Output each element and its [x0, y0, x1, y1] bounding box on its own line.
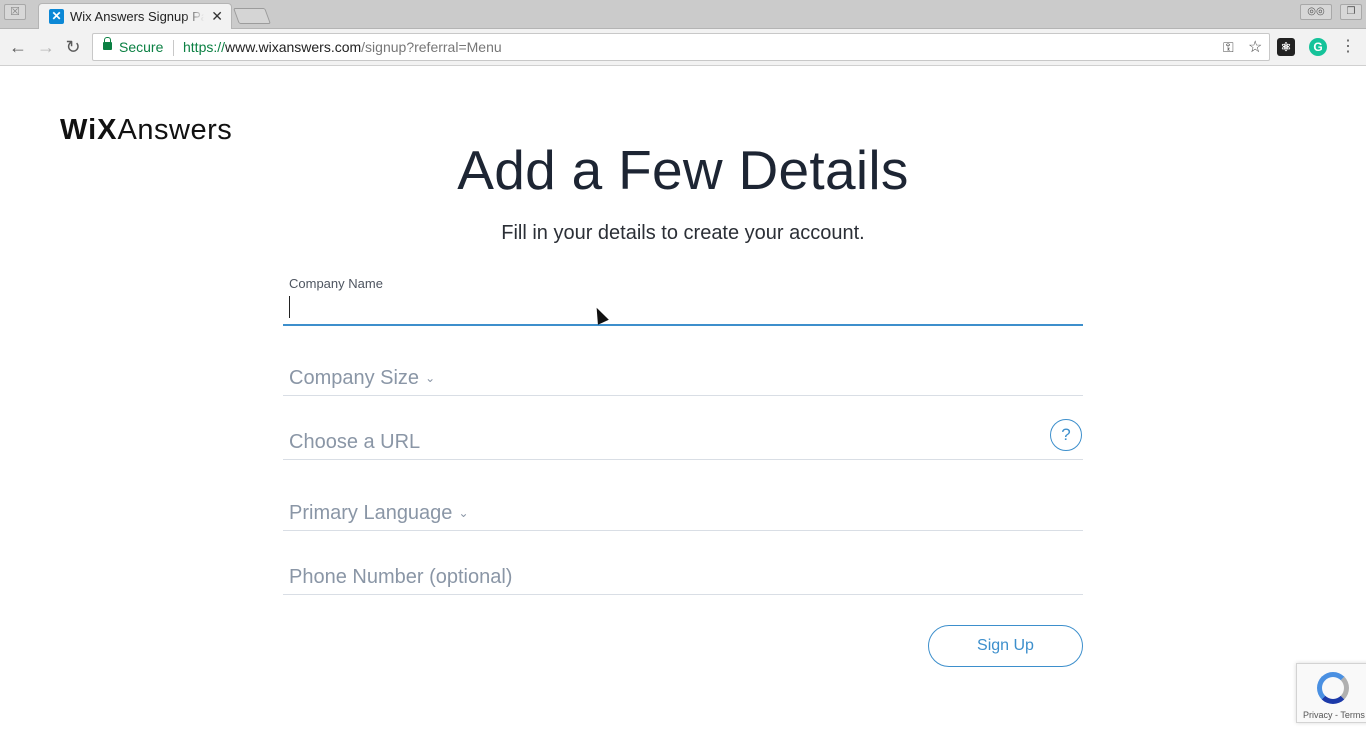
chevron-down-icon: ⌄	[425, 371, 436, 385]
lock-icon	[103, 37, 112, 50]
company-name-input[interactable]	[287, 294, 1077, 322]
address-separator	[173, 40, 174, 56]
url-host: www.wixanswers.com	[225, 39, 362, 55]
wix-answers-favicon-icon: ✕	[49, 9, 64, 24]
key-icon[interactable]: ⚿	[1223, 39, 1234, 56]
company-name-field[interactable]: Company Name	[283, 270, 1083, 326]
choose-url-placeholder: Choose a URL	[289, 431, 421, 453]
recaptcha-badge[interactable]: Privacy - Terms	[1296, 663, 1366, 723]
primary-language-placeholder: Primary Language ⌄	[289, 502, 469, 525]
address-bar[interactable]: Secure https://www.wixanswers.com/signup…	[92, 33, 1270, 61]
phone-number-field[interactable]: Phone Number (optional)	[283, 549, 1083, 595]
tab-title: Wix Answers Signup Page	[70, 9, 204, 24]
page-title: Add a Few Details	[457, 139, 909, 201]
company-size-placeholder: Company Size ⌄	[289, 367, 435, 390]
profile-icon[interactable]: ◎◎	[1300, 4, 1332, 20]
browser-menu-icon[interactable]: ⋮	[1338, 37, 1358, 57]
browser-tab-strip: ☒ ✕ Wix Answers Signup Page ✕ ◎◎ ❐	[0, 0, 1366, 29]
primary-language-text: Primary Language	[289, 502, 453, 524]
browser-toolbar: ← → ↻ Secure https://www.wixanswers.com/…	[0, 29, 1366, 66]
window-menu-icon[interactable]: ☒	[4, 4, 26, 20]
new-tab-button[interactable]	[233, 8, 271, 24]
page-subtitle: Fill in your details to create your acco…	[501, 222, 865, 244]
back-arrow-icon[interactable]: ←	[8, 37, 28, 57]
company-size-select[interactable]: Company Size ⌄	[283, 350, 1083, 396]
restore-window-icon[interactable]: ❐	[1340, 4, 1362, 20]
browser-tab-active[interactable]: ✕ Wix Answers Signup Page ✕	[38, 3, 232, 29]
company-size-text: Company Size	[289, 367, 420, 389]
sign-up-button[interactable]: Sign Up	[928, 625, 1083, 667]
reload-icon[interactable]: ↻	[63, 37, 83, 57]
extension-react-icon[interactable]: ⚛	[1277, 38, 1295, 56]
url-scheme: https://	[183, 39, 226, 55]
help-question-icon[interactable]: ?	[1050, 419, 1082, 451]
url-text[interactable]: https://www.wixanswers.com/signup?referr…	[183, 39, 502, 55]
bookmark-star-icon[interactable]: ☆	[1248, 37, 1262, 57]
grammarly-icon[interactable]: G	[1309, 38, 1327, 56]
secure-label: Secure	[119, 39, 164, 55]
phone-number-placeholder: Phone Number (optional)	[289, 566, 513, 588]
chevron-down-icon: ⌄	[458, 506, 469, 520]
text-caret	[289, 296, 290, 318]
company-name-label: Company Name	[289, 276, 383, 291]
tab-close-icon[interactable]: ✕	[211, 8, 223, 24]
primary-language-select[interactable]: Primary Language ⌄	[283, 485, 1083, 531]
forward-arrow-icon[interactable]: →	[36, 37, 56, 57]
recaptcha-logo-icon	[1317, 672, 1349, 704]
url-path: /signup?referral=Menu	[361, 39, 502, 55]
choose-url-field[interactable]: Choose a URL ?	[283, 414, 1083, 460]
recaptcha-links[interactable]: Privacy - Terms	[1303, 710, 1365, 720]
